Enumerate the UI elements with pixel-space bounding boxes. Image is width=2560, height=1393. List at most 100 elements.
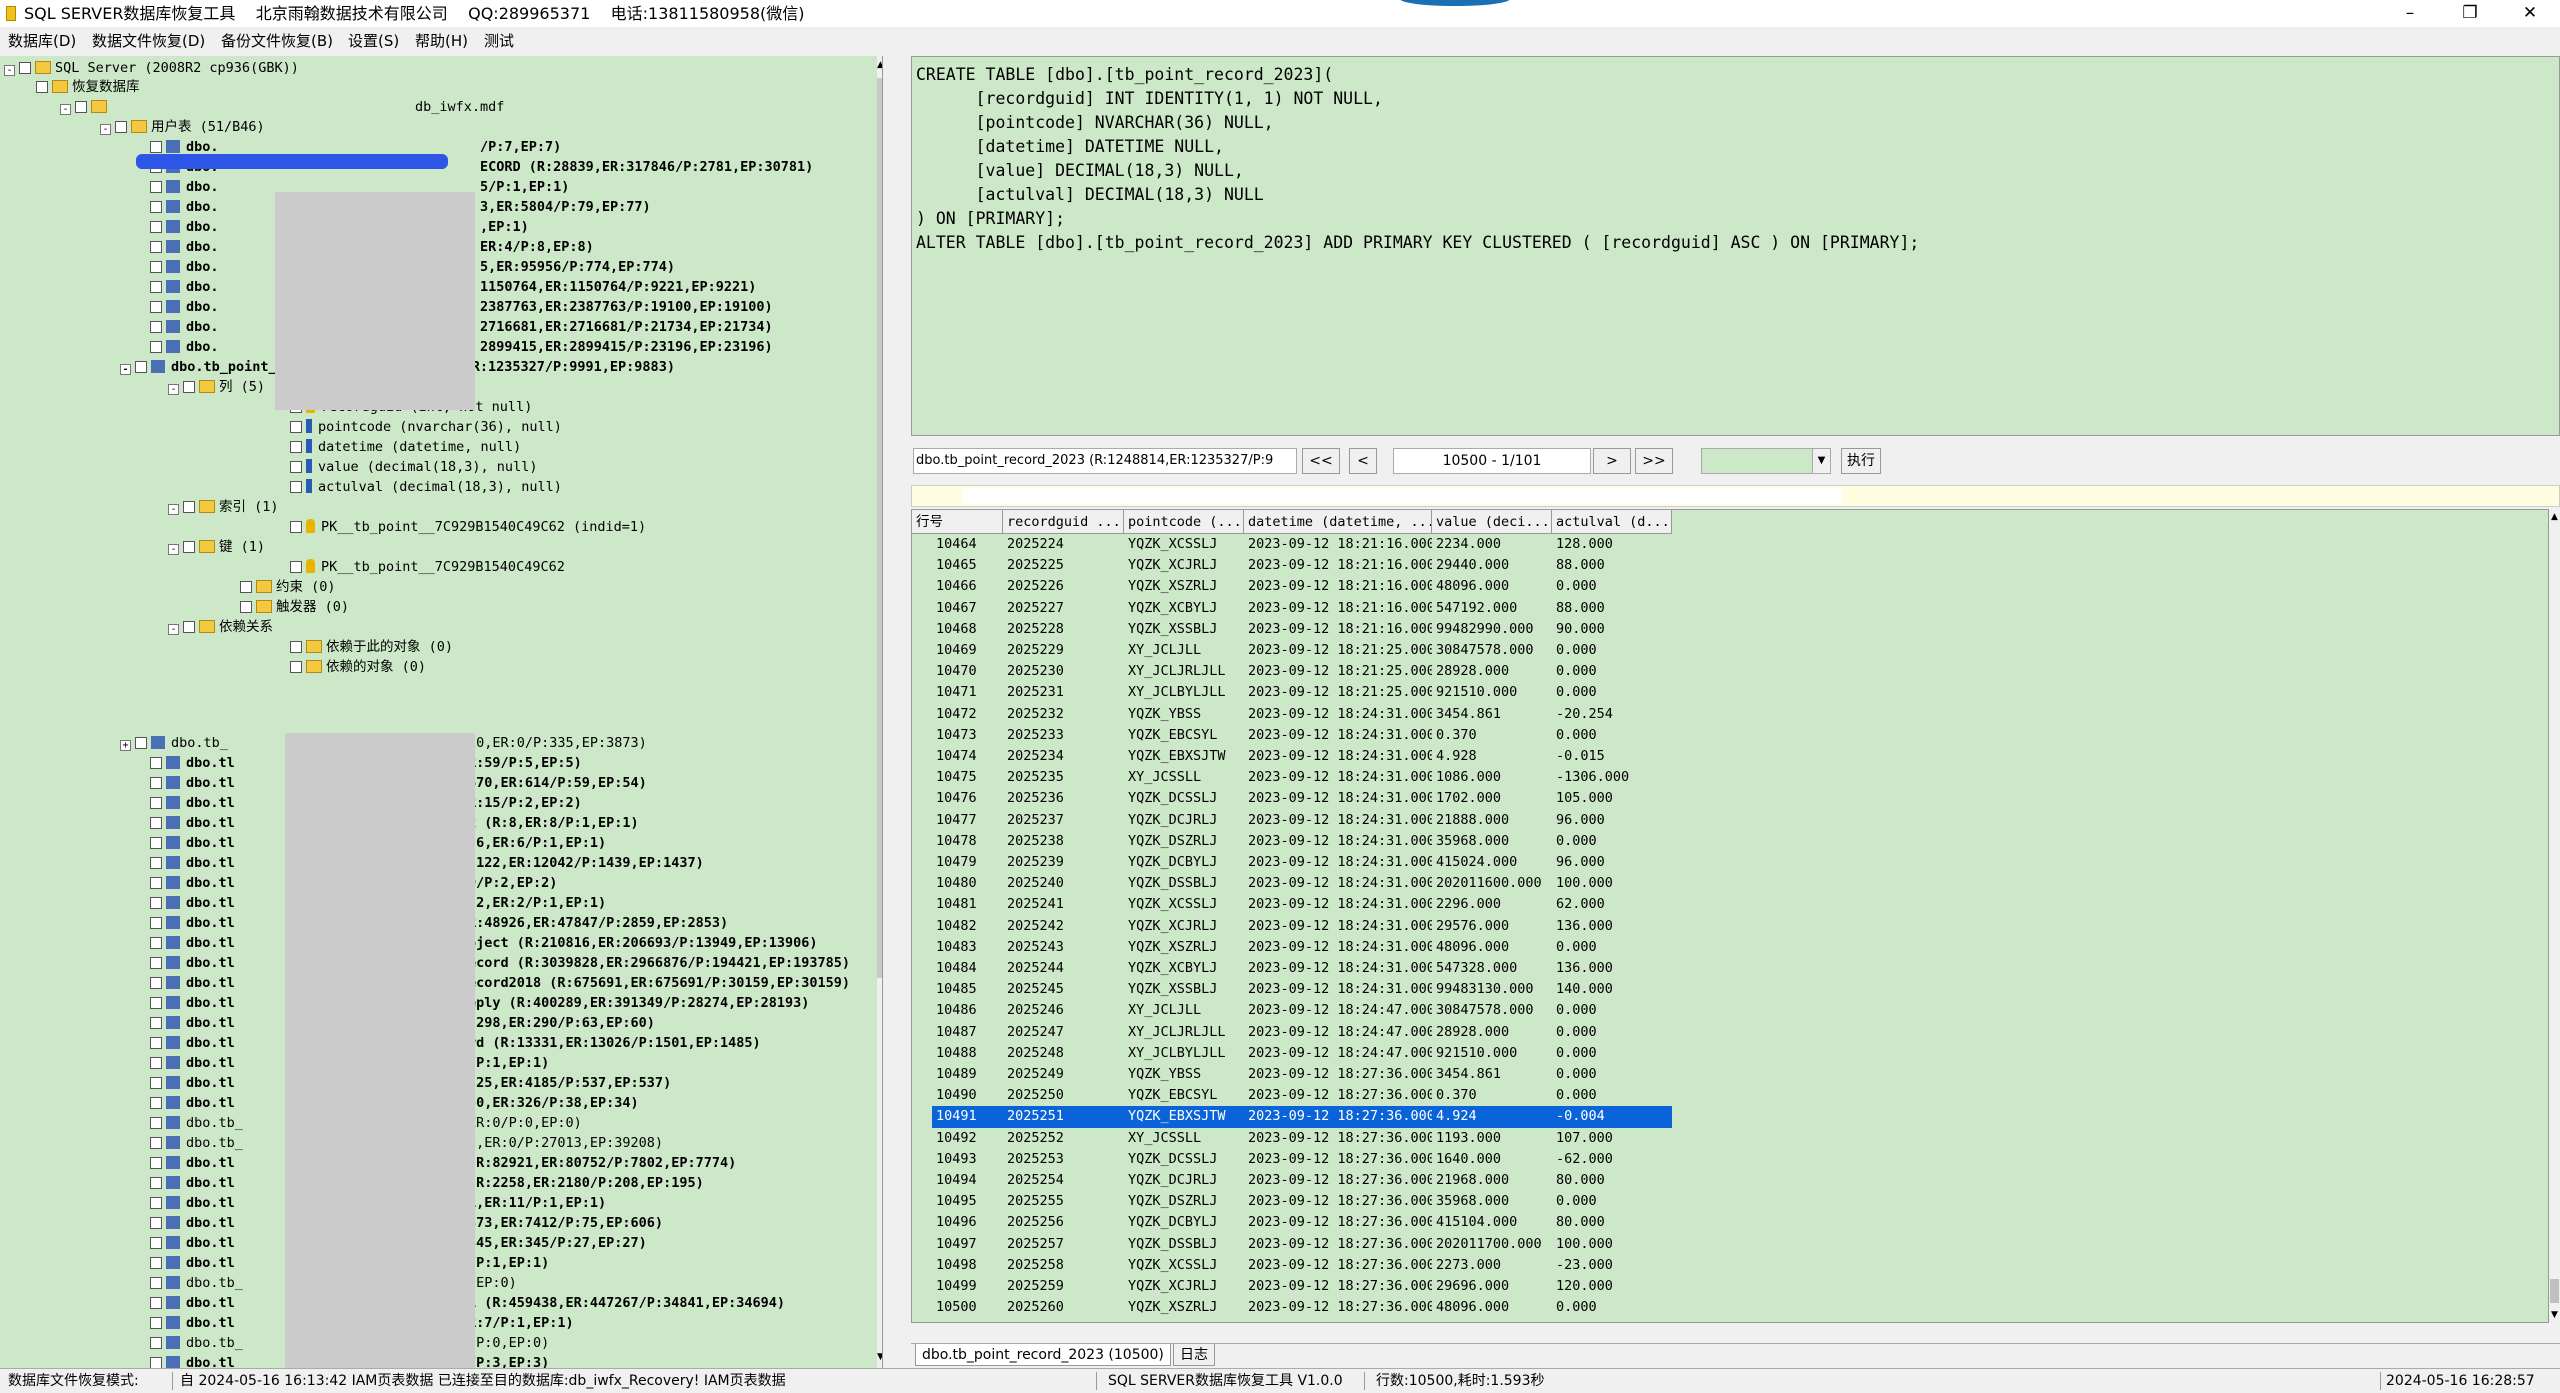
tree-table-item[interactable]: dbo. 2387763,ER:2387763/P:19100,EP:19100) — [150, 297, 773, 317]
column-header[interactable]: 行号 — [912, 510, 1003, 534]
tree-table-item[interactable]: dbo.tl R:48926,ER:47847/P:2859,EP:2853) — [150, 913, 728, 933]
tree-table-item[interactable]: dbo.tl 345,ER:345/P:27,EP:27) — [150, 1233, 647, 1253]
table-cell[interactable]: YQZK_XCBYLJ — [1124, 958, 1244, 979]
table-cell[interactable]: YQZK_XCSSLJ — [1124, 1255, 1244, 1276]
table-cell[interactable]: 2023-09-12 18:27:36.000 — [1244, 1297, 1432, 1318]
table-cell[interactable]: 2025233 — [1003, 725, 1124, 746]
table-cell[interactable]: YQZK_XCSSLJ — [1124, 894, 1244, 915]
table-cell[interactable]: 2023-09-12 18:21:16.000 — [1244, 598, 1432, 619]
table-cell[interactable]: 2023-09-12 18:27:36.000 — [1244, 1128, 1432, 1149]
filter-bar[interactable] — [911, 485, 2560, 507]
table-cell[interactable]: 10498 — [932, 1255, 1003, 1276]
table-cell[interactable]: 10474 — [932, 746, 1003, 767]
table-cell[interactable]: 2023-09-12 18:24:47.000 — [1244, 1043, 1432, 1064]
table-cell[interactable]: YQZK_XCJRLJ — [1124, 555, 1244, 576]
table-cell[interactable]: 2023-09-12 18:24:31.000 — [1244, 894, 1432, 915]
table-cell[interactable]: 10469 — [932, 640, 1003, 661]
table-cell[interactable]: 2023-09-12 18:21:16.000 — [1244, 619, 1432, 640]
table-cell[interactable]: 48096.000 — [1432, 576, 1552, 597]
checkbox[interactable] — [150, 937, 162, 949]
checkbox[interactable] — [150, 1317, 162, 1329]
table-cell[interactable]: 547328.000 — [1432, 958, 1552, 979]
tree-dep-on-this[interactable]: 依赖于此的对象 (0) — [290, 637, 453, 657]
table-cell[interactable]: 2023-09-12 18:24:31.000 — [1244, 767, 1432, 788]
table-cell[interactable]: XY_JCLJRLJLL — [1124, 1022, 1244, 1043]
table-cell[interactable]: 2025258 — [1003, 1255, 1124, 1276]
table-row[interactable]: 10474 2025234 YQZK_EBXSJTW 2023-09-12 18:24… — [912, 746, 1672, 767]
table-cell[interactable]: 0.000 — [1552, 1191, 1672, 1212]
tree-column[interactable]: value (decimal(18,3), null) — [290, 457, 537, 477]
table-cell[interactable]: 2023-09-12 18:27:36.000 — [1244, 1276, 1432, 1297]
table-cell[interactable]: 2025244 — [1003, 958, 1124, 979]
table-cell[interactable]: 10480 — [932, 873, 1003, 894]
table-cell[interactable]: YQZK_DCJRLJ — [1124, 810, 1244, 831]
tree-table-item[interactable]: dbo.tl 670,ER:614/P:59,EP:54) — [150, 773, 647, 793]
table-cell[interactable]: YQZK_EBCSYL — [1124, 1085, 1244, 1106]
table-row[interactable]: 10489 2025249 YQZK_YBSS 2023-09-12 18:27:36… — [912, 1064, 1672, 1085]
tree-key-item[interactable]: PK__tb_point__7C929B1540C49C62 — [290, 557, 565, 577]
table-cell[interactable]: 2023-09-12 18:21:16.000 — [1244, 534, 1432, 555]
table-cell[interactable]: 10500 — [932, 1297, 1003, 1318]
table-cell[interactable]: XY_JCSSLL — [1124, 1128, 1244, 1149]
table-cell[interactable]: YQZK_XCBYLJ — [1124, 598, 1244, 619]
expand-icon[interactable]: + — [120, 740, 131, 751]
table-cell[interactable]: 2025228 — [1003, 619, 1124, 640]
checkbox[interactable] — [150, 997, 162, 1009]
checkbox[interactable] — [115, 121, 127, 133]
tree-table-item[interactable]: dbo.tb_ ER:0/P:0,EP:0) — [150, 1113, 582, 1133]
column-header[interactable]: actulval (d... — [1552, 510, 1672, 534]
table-cell[interactable]: 2023-09-12 18:24:31.000 — [1244, 852, 1432, 873]
table-cell[interactable]: 100.000 — [1552, 1234, 1672, 1255]
menu-settings[interactable]: 设置(S) — [348, 27, 399, 55]
collapse-icon[interactable]: - — [168, 624, 179, 635]
table-cell[interactable]: YQZK_XCSSLJ — [1124, 534, 1244, 555]
checkbox[interactable] — [150, 1097, 162, 1109]
table-cell[interactable]: 10466 — [932, 576, 1003, 597]
table-row[interactable]: 10473 2025233 YQZK_EBCSYL 2023-09-12 18:24:… — [912, 725, 1672, 746]
collapse-icon[interactable]: - — [60, 104, 71, 115]
table-cell[interactable]: 10482 — [932, 916, 1003, 937]
table-row[interactable]: 10478 2025238 YQZK_DSZRLJ 2023-09-12 18:24:… — [912, 831, 1672, 852]
checkbox[interactable] — [150, 877, 162, 889]
table-cell[interactable]: 2025243 — [1003, 937, 1124, 958]
table-cell[interactable]: YQZK_DSSBLJ — [1124, 1234, 1244, 1255]
table-cell[interactable]: 2025254 — [1003, 1170, 1124, 1191]
table-row[interactable]: 10469 2025229 XY_JCLJLL 2023-09-12 18:21:25… — [912, 640, 1672, 661]
tree-table-item[interactable]: dbo.tl R:15/P:2,EP:2) — [150, 793, 582, 813]
tree-table-item[interactable]: dbo.tl ecord (R:3039828,ER:2966876/P:1944… — [150, 953, 850, 973]
table-cell[interactable]: 62.000 — [1552, 894, 1672, 915]
checkbox[interactable] — [183, 501, 195, 513]
table-cell[interactable]: 2023-09-12 18:21:25.000 — [1244, 640, 1432, 661]
checkbox[interactable] — [150, 917, 162, 929]
last-page-button[interactable]: >> — [1635, 448, 1673, 474]
table-cell[interactable]: 2025239 — [1003, 852, 1124, 873]
table-cell[interactable]: 30847578.000 — [1432, 1000, 1552, 1021]
table-cell[interactable]: 2025256 — [1003, 1212, 1124, 1233]
checkbox[interactable] — [150, 777, 162, 789]
table-cell[interactable]: 3454.861 — [1432, 704, 1552, 725]
table-cell[interactable]: -62.000 — [1552, 1149, 1672, 1170]
table-cell[interactable]: 10476 — [932, 788, 1003, 809]
tree-table-item[interactable]: dbo. ER:4/P:8,EP:8) — [150, 237, 594, 257]
table-cell[interactable]: 2023-09-12 18:24:31.000 — [1244, 937, 1432, 958]
table-cell[interactable]: 21888.000 — [1432, 810, 1552, 831]
table-cell[interactable]: YQZK_EBXSJTW — [1124, 746, 1244, 767]
table-cell[interactable]: 2025260 — [1003, 1297, 1124, 1318]
checkbox[interactable] — [150, 1297, 162, 1309]
checkbox[interactable] — [150, 1017, 162, 1029]
tree-column[interactable]: actulval (decimal(18,3), null) — [290, 477, 562, 497]
table-row[interactable]: 10497 2025257 YQZK_DSSBLJ 2023-09-12 18:27:… — [912, 1234, 1672, 1255]
table-cell[interactable]: 2025224 — [1003, 534, 1124, 555]
table-cell[interactable]: 0.000 — [1552, 682, 1672, 703]
table-cell[interactable]: 99482990.000 — [1432, 619, 1552, 640]
table-cell[interactable]: 30847578.000 — [1432, 640, 1552, 661]
checkbox[interactable] — [240, 601, 252, 613]
checkbox[interactable] — [150, 321, 162, 333]
table-cell[interactable]: 2025237 — [1003, 810, 1124, 831]
table-cell[interactable]: 0.000 — [1552, 1064, 1672, 1085]
table-cell[interactable]: YQZK_DCBYLJ — [1124, 852, 1244, 873]
table-cell[interactable]: 2023-09-12 18:24:31.000 — [1244, 958, 1432, 979]
table-cell[interactable]: 48096.000 — [1432, 937, 1552, 958]
checkbox[interactable] — [150, 837, 162, 849]
checkbox[interactable] — [75, 101, 87, 113]
